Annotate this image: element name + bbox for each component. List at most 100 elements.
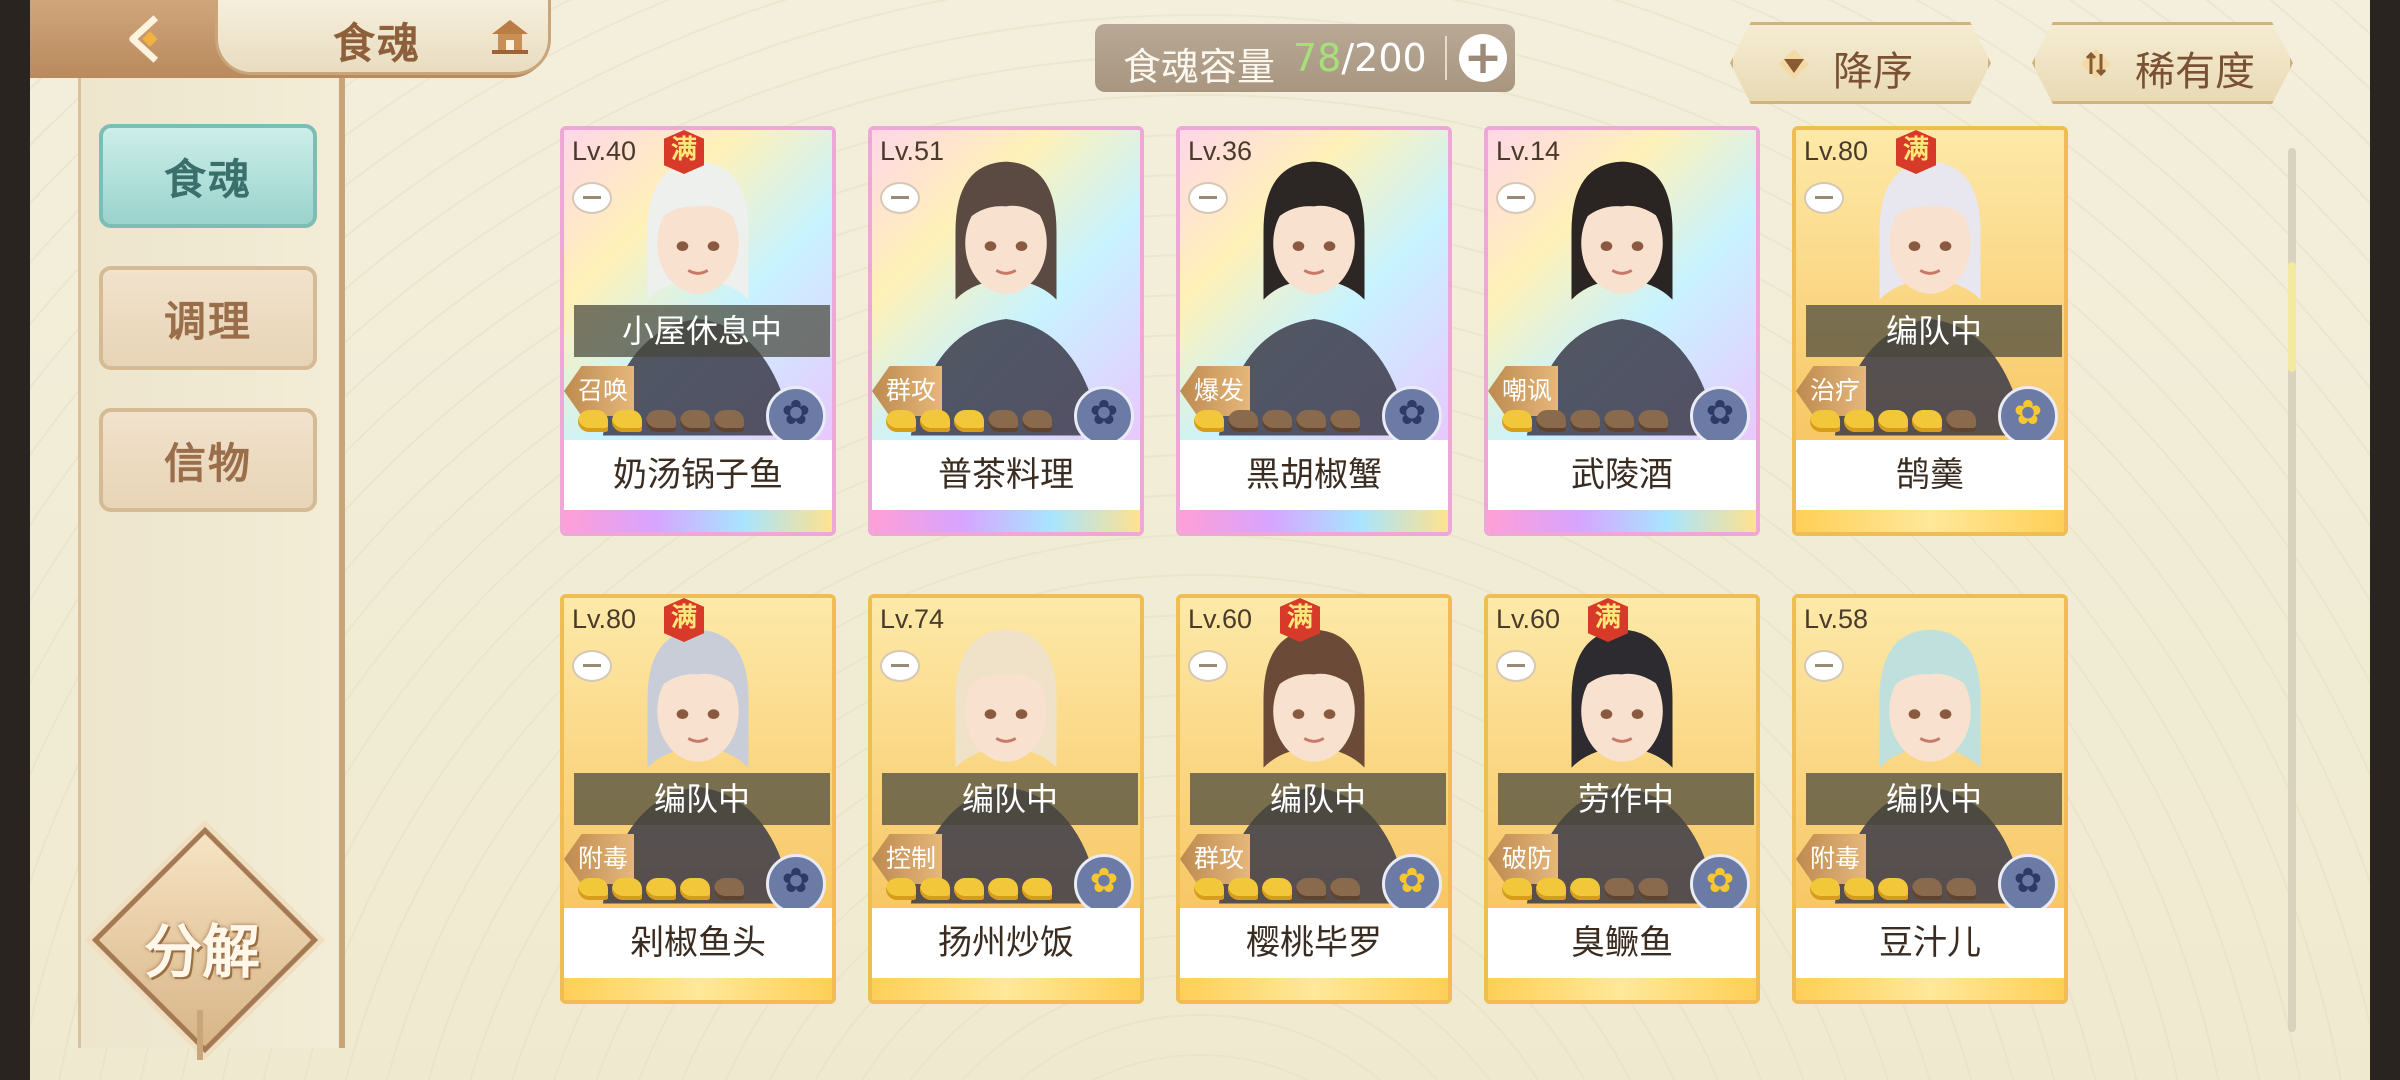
star-icon	[1604, 878, 1634, 900]
lock-toggle-icon[interactable]	[880, 182, 920, 214]
rarity-strip	[872, 510, 1140, 532]
soul-card[interactable]: Lv.60满编队中群攻樱桃毕罗	[1176, 594, 1452, 1004]
lock-toggle-icon[interactable]	[1804, 182, 1844, 214]
star-icon	[1022, 878, 1052, 900]
star-icon	[988, 878, 1018, 900]
sort-key-button[interactable]: 稀有度	[2032, 22, 2293, 104]
home-icon[interactable]	[488, 14, 532, 58]
card-level: Lv.80	[572, 604, 637, 634]
star-icon	[1912, 878, 1942, 900]
card-name: 黑胡椒蟹	[1180, 440, 1448, 510]
lock-toggle-icon[interactable]	[1804, 650, 1844, 682]
sort-key-label: 稀有度	[2135, 49, 2255, 95]
lock-toggle-icon[interactable]	[880, 650, 920, 682]
soul-card[interactable]: Lv.58编队中附毒豆汁儿	[1792, 594, 2068, 1004]
star-icon	[1638, 410, 1668, 432]
sidebar-item-cooking[interactable]: 调理	[99, 266, 317, 370]
star-icon	[1844, 878, 1874, 900]
star-rating	[886, 410, 1052, 432]
page-title: 食魂	[333, 19, 422, 68]
star-rating	[578, 878, 744, 900]
rarity-strip	[1488, 510, 1756, 532]
card-name: 奶汤锅子鱼	[564, 440, 832, 510]
soul-card[interactable]: Lv.74编队中控制扬州炒饭	[868, 594, 1144, 1004]
star-icon	[1194, 410, 1224, 432]
card-level: Lv.60	[1188, 604, 1253, 634]
star-icon	[1262, 878, 1292, 900]
sidebar-item-label: 调理	[163, 296, 252, 346]
star-icon	[1844, 410, 1874, 432]
soul-card[interactable]: Lv.36爆发黑胡椒蟹	[1176, 126, 1452, 536]
soul-card[interactable]: Lv.40满小屋休息中召唤奶汤锅子鱼	[560, 126, 836, 536]
rarity-strip	[1796, 510, 2064, 532]
capacity-total: /200	[1341, 36, 1427, 80]
scrollbar-thumb[interactable]	[2288, 262, 2296, 372]
card-status: 编队中	[1190, 773, 1446, 825]
soul-card[interactable]: Lv.14嘲讽武陵酒	[1484, 126, 1760, 536]
triangle-down-icon	[1779, 49, 1809, 79]
sort-order-label: 降序	[1833, 49, 1913, 95]
card-level: Lv.80	[1804, 136, 1869, 166]
soul-card[interactable]: Lv.51群攻普茶料理	[868, 126, 1144, 536]
card-name: 剁椒鱼头	[564, 908, 832, 978]
card-name: 扬州炒饭	[872, 908, 1140, 978]
soul-card[interactable]: Lv.80满编队中附毒剁椒鱼头	[560, 594, 836, 1004]
swap-arrows-icon	[2081, 49, 2111, 79]
top-bar: 食魂	[30, 0, 551, 78]
star-rating	[1194, 410, 1360, 432]
star-icon	[612, 410, 642, 432]
card-name: 豆汁儿	[1796, 908, 2064, 978]
light-icon	[1690, 854, 1750, 914]
decompose-label: 分解	[143, 918, 260, 986]
back-arrow-icon	[129, 15, 159, 63]
card-level: Lv.14	[1496, 136, 1561, 166]
rarity-strip	[872, 978, 1140, 1000]
star-icon	[1194, 878, 1224, 900]
star-icon	[714, 410, 744, 432]
star-icon	[954, 878, 984, 900]
sidebar-item-tokens[interactable]: 信物	[99, 408, 317, 512]
card-level: Lv.74	[880, 604, 945, 634]
star-icon	[1604, 410, 1634, 432]
dark-icon	[766, 854, 826, 914]
star-icon	[1330, 410, 1360, 432]
lock-toggle-icon[interactable]	[572, 650, 612, 682]
game-screen: 食魂 食魂容量 78/200 + 降序 稀有度 食魂 调理 信物 分解 Lv.4…	[30, 0, 2370, 1080]
sidebar-item-souls[interactable]: 食魂	[99, 124, 317, 228]
soul-card[interactable]: Lv.80满编队中治疗鹄羹	[1792, 126, 2068, 536]
rarity-strip	[1180, 978, 1448, 1000]
dark-icon	[1998, 854, 2058, 914]
card-name: 普茶料理	[872, 440, 1140, 510]
star-icon	[1570, 878, 1600, 900]
rarity-strip	[564, 510, 832, 532]
star-icon	[1912, 410, 1942, 432]
lock-toggle-icon[interactable]	[1188, 650, 1228, 682]
soul-card[interactable]: Lv.60满劳作中破防臭鳜鱼	[1484, 594, 1760, 1004]
card-status: 编队中	[882, 773, 1138, 825]
star-icon	[1638, 878, 1668, 900]
expand-capacity-button[interactable]: +	[1459, 34, 1507, 82]
light-icon	[1382, 854, 1442, 914]
back-button[interactable]	[115, 8, 185, 70]
card-level: Lv.36	[1188, 136, 1253, 166]
rarity-strip	[1488, 978, 1756, 1000]
lock-toggle-icon[interactable]	[1188, 182, 1228, 214]
star-icon	[1570, 410, 1600, 432]
lock-toggle-icon[interactable]	[1496, 182, 1536, 214]
star-icon	[646, 410, 676, 432]
card-status: 小屋休息中	[574, 305, 830, 357]
sort-order-button[interactable]: 降序	[1730, 22, 1991, 104]
card-level: Lv.51	[880, 136, 945, 166]
lock-toggle-icon[interactable]	[1496, 650, 1536, 682]
star-icon	[920, 878, 950, 900]
star-icon	[1946, 410, 1976, 432]
star-icon	[1536, 878, 1566, 900]
sidebar-item-label: 信物	[163, 438, 252, 488]
dark-icon	[1382, 386, 1442, 446]
sidebar-item-label: 食魂	[163, 154, 252, 204]
star-icon	[1296, 878, 1326, 900]
star-icon	[714, 878, 744, 900]
lock-toggle-icon[interactable]	[572, 182, 612, 214]
max-level-badge: 满	[664, 598, 704, 642]
card-name: 武陵酒	[1488, 440, 1756, 510]
